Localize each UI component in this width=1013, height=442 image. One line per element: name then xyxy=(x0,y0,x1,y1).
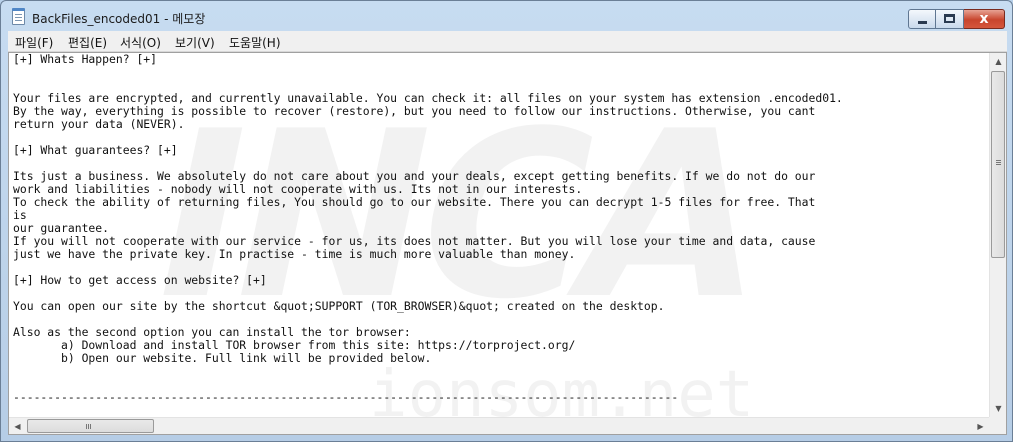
title-bar[interactable]: BackFiles_encoded01 - 메모장 x xyxy=(1,1,1012,31)
maximize-button[interactable] xyxy=(936,9,964,29)
scroll-left-icon[interactable]: ◀ xyxy=(9,418,26,434)
vertical-scrollbar[interactable]: ▲ ▼ xyxy=(989,53,1006,417)
scroll-up-icon[interactable]: ▲ xyxy=(990,53,1006,70)
close-icon: x xyxy=(979,11,989,27)
grip-icon xyxy=(86,424,87,429)
grip-icon xyxy=(996,160,1001,161)
scroll-down-icon[interactable]: ▼ xyxy=(990,400,1006,417)
scroll-right-icon[interactable]: ▶ xyxy=(972,418,989,434)
minimize-button[interactable] xyxy=(908,9,936,29)
minimize-icon xyxy=(918,21,927,24)
menu-format[interactable]: 서식(O) xyxy=(120,34,161,51)
menu-edit[interactable]: 편집(E) xyxy=(68,34,107,51)
scrollbar-corner xyxy=(989,417,1006,434)
maximize-icon xyxy=(944,14,955,23)
text-editor[interactable]: INCA ionsom.net [+] Whats Happen? [+] Yo… xyxy=(8,52,1007,435)
horizontal-scrollbar[interactable]: ◀ ▶ xyxy=(9,417,989,434)
menu-bar: 파일(F) 편집(E) 서식(O) 보기(V) 도움말(H) xyxy=(8,31,1007,52)
notepad-icon xyxy=(12,8,25,25)
menu-help[interactable]: 도움말(H) xyxy=(229,34,281,51)
menu-view[interactable]: 보기(V) xyxy=(175,34,215,51)
horizontal-scroll-thumb[interactable] xyxy=(27,419,154,433)
notepad-window: BackFiles_encoded01 - 메모장 x 파일(F) 편집(E) … xyxy=(0,0,1013,442)
document-text[interactable]: [+] Whats Happen? [+] Your files are enc… xyxy=(13,53,989,405)
window-title: BackFiles_encoded01 - 메모장 xyxy=(32,12,206,26)
menu-file[interactable]: 파일(F) xyxy=(15,34,53,51)
close-button[interactable]: x xyxy=(964,9,1005,29)
vertical-scroll-thumb[interactable] xyxy=(991,71,1005,258)
